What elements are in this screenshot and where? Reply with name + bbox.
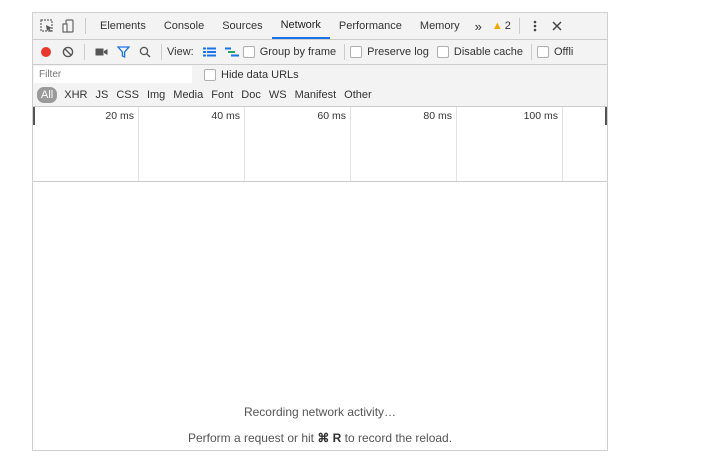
recording-message: Recording network activity… bbox=[243, 405, 397, 419]
tab-performance[interactable]: Performance bbox=[330, 13, 411, 39]
filter-funnel-icon[interactable] bbox=[112, 41, 134, 63]
divider bbox=[85, 18, 86, 34]
tick-label: 100 ms bbox=[523, 110, 558, 122]
warnings-indicator[interactable]: ▲ 2 bbox=[488, 15, 515, 37]
disable-cache-label: Disable cache bbox=[453, 46, 523, 58]
tab-bar: Elements Console Sources Network Perform… bbox=[33, 13, 607, 40]
hint-text-end: to record the reload. bbox=[341, 431, 453, 445]
devtools-panel: Elements Console Sources Network Perform… bbox=[32, 12, 608, 451]
overview-left-handle[interactable] bbox=[33, 107, 35, 125]
divider bbox=[161, 44, 162, 60]
timeline-overview[interactable]: 20 ms 40 ms 60 ms 80 ms 100 ms bbox=[33, 107, 607, 182]
tick-line bbox=[456, 107, 457, 181]
checkbox-box[interactable] bbox=[204, 68, 216, 81]
warning-count: 2 bbox=[504, 20, 511, 32]
kebab-menu-icon[interactable] bbox=[524, 15, 546, 37]
warning-icon: ▲ bbox=[491, 20, 503, 32]
device-toolbar-icon[interactable] bbox=[58, 15, 80, 37]
checkbox-box[interactable] bbox=[436, 46, 449, 58]
more-tabs-button[interactable]: » bbox=[469, 13, 488, 39]
offline-label: Offli bbox=[553, 46, 574, 58]
reload-shortcut: ⌘ R bbox=[317, 431, 342, 445]
type-filter-xhr[interactable]: XHR bbox=[60, 87, 91, 103]
divider bbox=[84, 44, 85, 60]
tick-label: 60 ms bbox=[317, 110, 346, 122]
close-icon[interactable] bbox=[546, 15, 568, 37]
type-filter-font[interactable]: Font bbox=[207, 87, 237, 103]
overview-right-handle[interactable] bbox=[605, 107, 607, 125]
type-filter-ws[interactable]: WS bbox=[265, 87, 291, 103]
group-by-frame-checkbox[interactable]: Group by frame bbox=[242, 46, 337, 58]
tick-label: 40 ms bbox=[211, 110, 240, 122]
tab-network[interactable]: Network bbox=[271, 13, 330, 39]
preserve-log-label: Preserve log bbox=[367, 46, 429, 58]
tab-elements[interactable]: Elements bbox=[91, 13, 155, 39]
checkbox-box[interactable] bbox=[242, 46, 255, 58]
type-filter-doc[interactable]: Doc bbox=[237, 87, 265, 103]
offline-checkbox[interactable]: Offli bbox=[536, 46, 574, 58]
record-reload-hint: Perform a request or hit ⌘ R to record t… bbox=[33, 431, 607, 445]
filter-bar: Hide data URLs bbox=[33, 65, 607, 84]
tick-line bbox=[138, 107, 139, 181]
clear-icon[interactable] bbox=[57, 41, 79, 63]
checkbox-box[interactable] bbox=[536, 46, 549, 58]
divider bbox=[344, 44, 346, 60]
type-filter-img[interactable]: Img bbox=[143, 87, 169, 103]
search-icon[interactable] bbox=[134, 41, 156, 63]
type-filter-js[interactable]: JS bbox=[91, 87, 112, 103]
hide-data-urls-label: Hide data URLs bbox=[221, 68, 299, 81]
view-label: View: bbox=[167, 46, 194, 58]
preserve-log-checkbox[interactable]: Preserve log bbox=[350, 46, 429, 58]
tick-line bbox=[562, 107, 563, 181]
type-filter-all[interactable]: All bbox=[37, 87, 58, 103]
record-icon[interactable] bbox=[35, 41, 57, 63]
group-by-frame-label: Group by frame bbox=[259, 46, 337, 58]
tab-sources[interactable]: Sources bbox=[213, 13, 271, 39]
tick-label: 20 ms bbox=[105, 110, 134, 122]
large-rows-icon[interactable] bbox=[199, 41, 221, 63]
tick-line bbox=[350, 107, 351, 181]
type-filter-other[interactable]: Other bbox=[340, 87, 376, 103]
tick-line bbox=[244, 107, 245, 181]
tab-memory[interactable]: Memory bbox=[411, 13, 469, 39]
resource-type-filter: All XHR JS CSS Img Media Font Doc WS Man… bbox=[33, 84, 607, 107]
divider bbox=[518, 18, 520, 34]
hint-text: Perform a request or hit bbox=[187, 431, 318, 445]
checkbox-box[interactable] bbox=[350, 46, 363, 58]
waterfall-overview-icon[interactable] bbox=[221, 41, 243, 63]
type-filter-media[interactable]: Media bbox=[169, 87, 207, 103]
network-toolbar: View: Group by frame Preserve log Disabl… bbox=[33, 40, 607, 65]
inspect-element-icon[interactable] bbox=[36, 15, 58, 37]
filter-input[interactable] bbox=[34, 66, 192, 83]
disable-cache-checkbox[interactable]: Disable cache bbox=[436, 46, 523, 58]
type-filter-css[interactable]: CSS bbox=[112, 87, 143, 103]
divider bbox=[530, 44, 532, 60]
type-filter-manifest[interactable]: Manifest bbox=[291, 87, 341, 103]
tab-console[interactable]: Console bbox=[155, 13, 213, 39]
tick-label: 80 ms bbox=[423, 110, 452, 122]
screenshot-camera-icon[interactable] bbox=[90, 41, 112, 63]
hide-data-urls-checkbox[interactable]: Hide data URLs bbox=[204, 68, 299, 81]
